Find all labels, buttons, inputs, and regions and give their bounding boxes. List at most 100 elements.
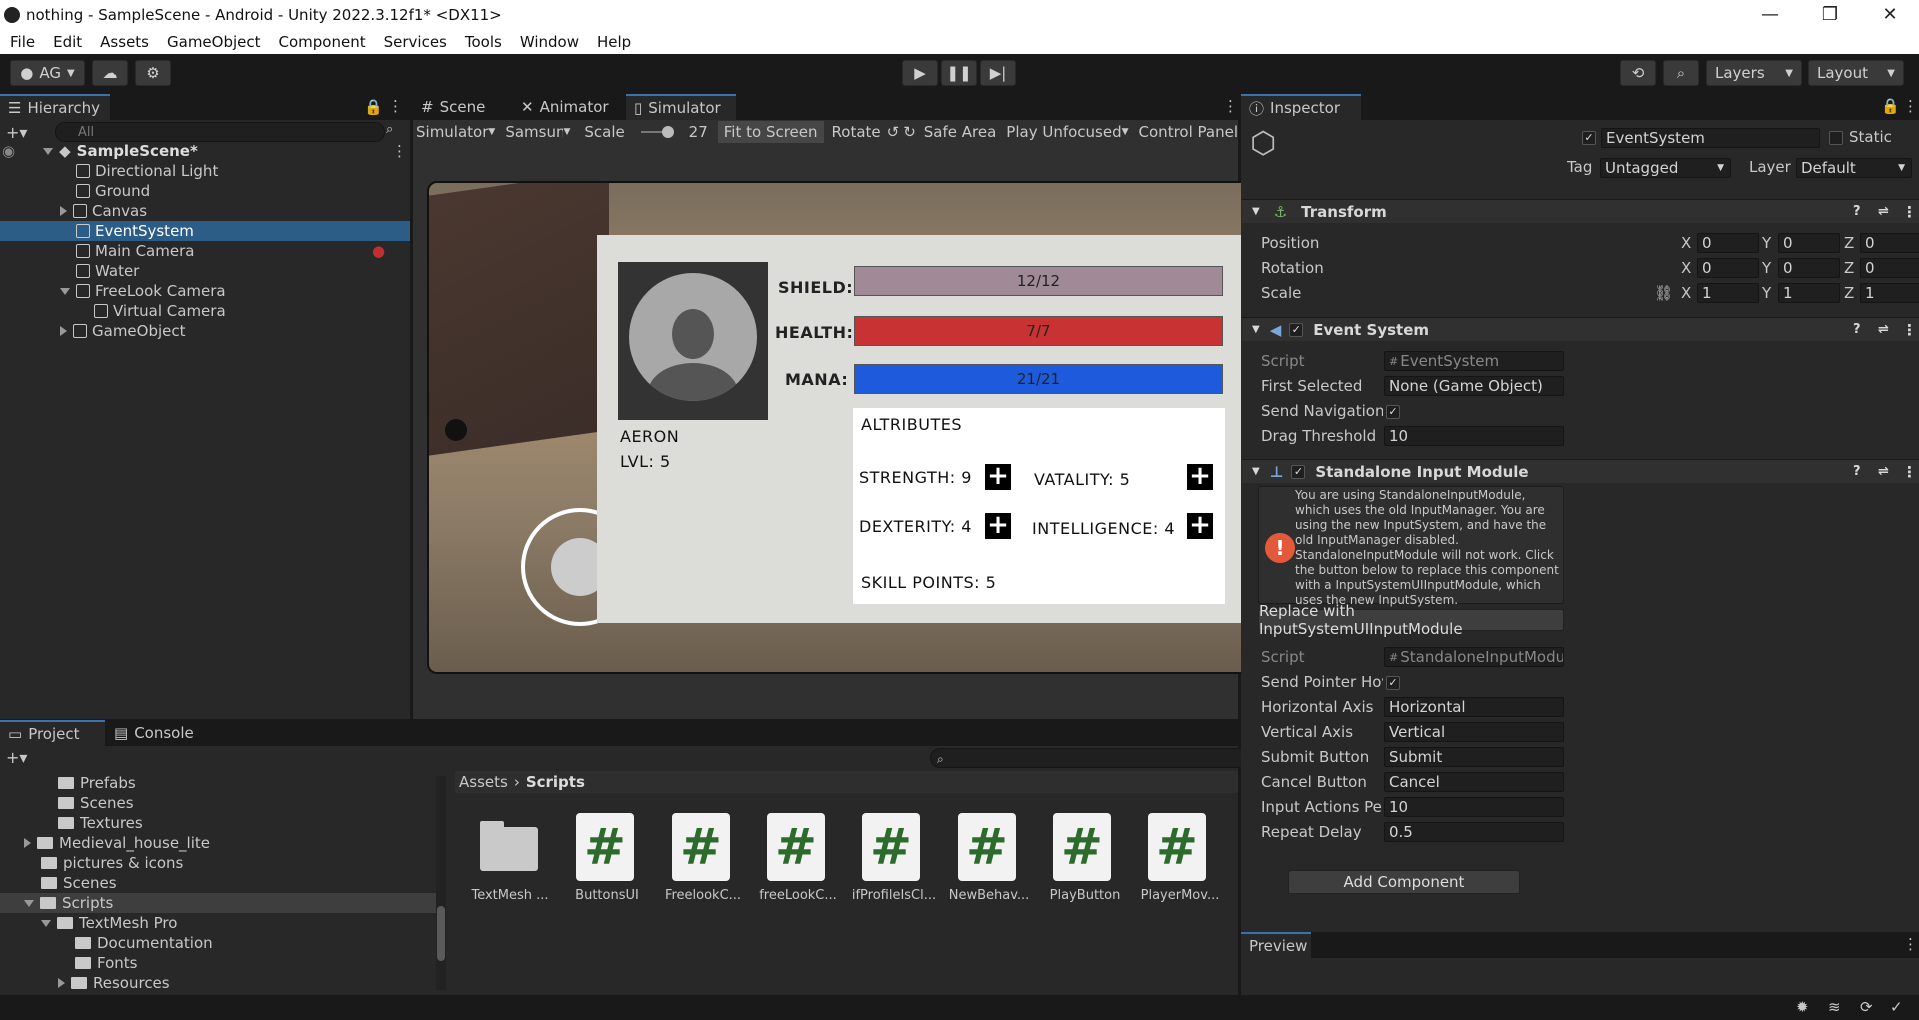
menu-tools[interactable]: Tools — [456, 33, 511, 51]
status-ok-icon[interactable]: ✓ — [1890, 998, 1903, 1016]
csharp-script-icon[interactable]: # — [672, 813, 730, 881]
progress-icon[interactable]: ⟳ — [1860, 998, 1873, 1016]
create-asset-icon[interactable]: +▾ — [6, 748, 27, 767]
scale-slider-thumb[interactable] — [662, 126, 675, 138]
breadcrumb-assets[interactable]: Assets — [459, 773, 508, 791]
event-system-header[interactable]: ▼ ◀ ✓ Event System ? ⇌ ⋮ — [1242, 317, 1919, 341]
csharp-script-icon[interactable]: # — [1148, 813, 1206, 881]
tab-inspector[interactable]: ⓘ Inspector — [1241, 94, 1361, 120]
pause-button[interactable]: ❚❚ — [941, 60, 977, 86]
more-menu-icon[interactable]: ⋮ — [388, 97, 403, 115]
step-button[interactable]: ▶| — [980, 60, 1016, 86]
more-menu-icon[interactable]: ⋮ — [1902, 203, 1917, 221]
submit-button-input[interactable]: Submit — [1384, 747, 1564, 767]
cancel-button-input[interactable]: Cancel — [1384, 772, 1564, 792]
csharp-script-icon[interactable]: # — [576, 813, 634, 881]
history-icon[interactable]: ⟲ — [1620, 60, 1656, 86]
position-z-input[interactable]: 0 — [1860, 233, 1919, 253]
tree-item-pictures-icons[interactable]: pictures & icons — [41, 853, 183, 873]
hierarchy-search-input[interactable]: All — [55, 122, 385, 142]
tree-item-resources[interactable]: Resources — [58, 973, 170, 993]
drag-threshold-input[interactable]: 10 — [1384, 426, 1564, 446]
asset-textmesh[interactable] — [480, 813, 538, 881]
vitality-plus-button[interactable]: + — [1187, 463, 1213, 490]
expand-arrow-icon[interactable] — [24, 899, 34, 907]
rotate-right-icon[interactable]: ↻ — [903, 123, 916, 141]
cloud-icon[interactable]: ☁ — [92, 60, 128, 86]
rotation-z-input[interactable]: 0 — [1860, 258, 1919, 278]
hierarchy-item-canvas[interactable]: Canvas — [60, 201, 147, 221]
help-icon[interactable]: ? — [1853, 204, 1861, 219]
transform-header[interactable]: ▼ ⚓ Transform ? ⇌ ⋮ — [1242, 199, 1919, 223]
asset-name[interactable]: FreelookC... — [658, 888, 748, 903]
tree-item-documentation[interactable]: Documentation — [75, 933, 213, 953]
tab-console[interactable]: ▤ Console — [106, 720, 211, 746]
more-menu-icon[interactable]: ⋮ — [1902, 463, 1917, 481]
cache-icon[interactable]: ≋ — [1828, 998, 1841, 1016]
object-name-input[interactable]: EventSystem — [1601, 128, 1820, 148]
collapse-arrow-icon[interactable]: ▼ — [1252, 466, 1260, 477]
send-pointer-hover-checkbox[interactable]: ✓ — [1386, 676, 1400, 690]
layout-dropdown[interactable]: Layout ▼ — [1808, 60, 1904, 86]
csharp-script-icon[interactable]: # — [1053, 813, 1111, 881]
hierarchy-item-directional-light[interactable]: Directional Light — [76, 161, 218, 181]
tab-project[interactable]: ▭ Project — [0, 720, 105, 746]
fit-to-screen-button[interactable]: Fit to Screen — [717, 121, 824, 143]
position-y-input[interactable]: 0 — [1778, 233, 1840, 253]
static-checkbox[interactable] — [1829, 131, 1843, 145]
device-dropdown[interactable]: Samsung Galaxy Note20 Ultra 5 — [505, 123, 563, 141]
safe-area-button[interactable]: Safe Area — [924, 123, 997, 141]
asset-name[interactable]: PlayerMov... — [1135, 888, 1225, 903]
replace-module-button[interactable]: Replace with InputSystemUIInputModule — [1258, 602, 1564, 638]
tree-item-textures[interactable]: Textures — [58, 813, 143, 833]
first-selected-field[interactable]: None (Game Object) — [1384, 376, 1564, 396]
add-component-button[interactable]: Add Component — [1288, 870, 1520, 894]
hierarchy-item-virtual-camera[interactable]: Virtual Camera — [94, 301, 226, 321]
expand-arrow-icon[interactable] — [24, 838, 31, 848]
constrain-scale-icon[interactable]: ⛓ — [1654, 284, 1673, 302]
scale-slider[interactable] — [640, 126, 675, 138]
more-menu-icon[interactable]: ⋮ — [1903, 97, 1918, 115]
tab-preview[interactable]: Preview — [1241, 932, 1311, 958]
help-icon[interactable]: ? — [1853, 464, 1861, 479]
help-icon[interactable]: ? — [1853, 322, 1861, 337]
expand-arrow-icon[interactable] — [41, 919, 51, 927]
csharp-script-icon[interactable]: # — [958, 813, 1016, 881]
vertical-axis-input[interactable]: Vertical — [1384, 722, 1564, 742]
minimize-button[interactable]: — — [1745, 0, 1795, 29]
rotation-y-input[interactable]: 0 — [1778, 258, 1840, 278]
play-mode-dropdown[interactable]: Play Unfocused — [1006, 123, 1121, 141]
collapse-arrow-icon[interactable]: ▼ — [1252, 206, 1260, 217]
asset-name[interactable]: ButtonsUI — [562, 888, 652, 903]
asset-name[interactable]: freeLookC... — [753, 888, 843, 903]
lock-icon[interactable]: 🔒 — [364, 98, 383, 116]
tree-item-scripts[interactable]: Scripts — [0, 893, 436, 913]
rotation-x-input[interactable]: 0 — [1697, 258, 1759, 278]
tab-animator[interactable]: ✕ Animator — [513, 94, 623, 120]
settings-icon[interactable]: ⇌ — [1878, 464, 1889, 479]
expand-arrow-icon[interactable] — [60, 287, 70, 295]
send-navigation-checkbox[interactable]: ✓ — [1386, 405, 1400, 419]
visibility-icon[interactable]: ◉ — [2, 142, 15, 160]
more-menu-icon[interactable]: ⋮ — [1902, 321, 1917, 339]
expand-arrow-icon[interactable] — [60, 326, 67, 336]
tree-item-textmesh-pro[interactable]: TextMesh Pro — [41, 913, 177, 933]
more-menu-icon[interactable]: ⋮ — [392, 142, 407, 160]
breadcrumb-scripts[interactable]: Scripts — [526, 773, 585, 791]
hierarchy-item-main-camera[interactable]: Main Camera ● — [76, 241, 396, 261]
input-actions-input[interactable]: 10 — [1384, 797, 1564, 817]
more-menu-icon[interactable]: ⋮ — [1223, 97, 1238, 115]
repeat-delay-input[interactable]: 0.5 — [1384, 822, 1564, 842]
strength-plus-button[interactable]: + — [985, 463, 1011, 490]
scale-x-input[interactable]: 1 — [1697, 283, 1759, 303]
settings-icon[interactable]: ⇌ — [1878, 322, 1889, 337]
tag-dropdown[interactable]: Untagged ▼ — [1600, 158, 1731, 178]
scene-row[interactable]: ◉ ◆ SampleScene* ⋮ — [0, 141, 410, 161]
close-window-button[interactable]: ✕ — [1865, 0, 1915, 29]
menu-services[interactable]: Services — [375, 33, 456, 51]
tab-hierarchy[interactable]: ☰ Hierarchy — [0, 94, 110, 120]
intelligence-plus-button[interactable]: + — [1187, 512, 1213, 539]
asset-name[interactable]: NewBehav... — [944, 888, 1034, 903]
hierarchy-item-freelook-camera[interactable]: FreeLook Camera — [60, 281, 226, 301]
scale-z-input[interactable]: 1 — [1860, 283, 1919, 303]
